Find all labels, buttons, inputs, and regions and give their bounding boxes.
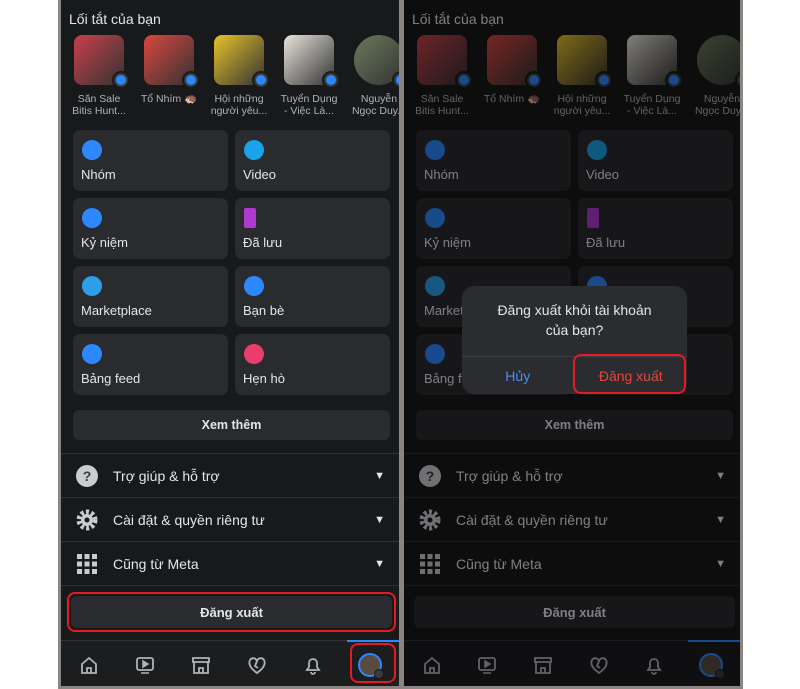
dialog-title: Đăng xuất khỏi tài khoản của bạn? — [497, 302, 652, 338]
gear-icon — [76, 509, 98, 530]
section-grid[interactable]: Cũng từ Meta ▼ — [61, 541, 399, 585]
shortcut-item[interactable]: Nguyễn Ngọc Duy... — [346, 35, 401, 117]
memories-icon — [82, 208, 102, 228]
menu-card-groups[interactable]: Nhóm — [73, 130, 228, 191]
marketplace-icon — [82, 276, 102, 296]
group-badge-icon — [252, 71, 270, 89]
phone-menu-screen: Lối tắt của bạn Săn Sale Bitis Hunt... T… — [58, 0, 402, 689]
chevron-down-icon: ▼ — [374, 557, 385, 570]
watch-icon[interactable] — [134, 654, 156, 676]
video-icon — [244, 140, 264, 160]
menu-card-video[interactable]: Video — [235, 130, 390, 191]
shortcut-item[interactable]: Tổ Nhím 🦔 — [136, 35, 202, 105]
shortcut-item[interactable]: Săn Sale Bitis Hunt... — [66, 35, 132, 117]
feeds-icon — [82, 344, 102, 364]
highlight-profile-tab — [350, 643, 396, 683]
cancel-button[interactable]: Hủy — [462, 356, 575, 394]
groups-icon — [82, 140, 102, 160]
highlight-confirm — [573, 354, 686, 394]
shortcut-label: Nguyễn Ngọc Duy... — [351, 93, 401, 117]
menu-card-label: Bạn bè — [243, 303, 285, 318]
section-label: Trợ giúp & hỗ trợ — [113, 467, 220, 484]
shortcut-thumbnail — [144, 35, 200, 89]
section-label: Cũng từ Meta — [113, 555, 199, 572]
menu-card-label: Hẹn hò — [243, 371, 285, 386]
bookmark-icon — [244, 208, 256, 228]
shortcut-thumbnail — [74, 35, 130, 89]
shortcuts-title: Lối tắt của bạn — [69, 11, 161, 27]
shortcut-thumbnail — [214, 35, 270, 89]
menu-card-label: Nhóm — [81, 167, 116, 182]
section-gear[interactable]: Cài đặt & quyền riêng tư ▼ — [61, 497, 399, 541]
friends-icon — [244, 276, 264, 296]
section-help[interactable]: ? Trợ giúp & hỗ trợ ▼ — [61, 453, 399, 497]
shortcut-item[interactable]: Tuyển Dụng - Việc Là... — [276, 35, 342, 117]
shortcut-thumbnail — [284, 35, 340, 89]
bottom-nav — [61, 640, 399, 686]
marketplace-icon[interactable] — [190, 654, 212, 676]
section-label: Cài đặt & quyền riêng tư — [113, 511, 265, 528]
bell-icon[interactable] — [302, 654, 324, 676]
group-badge-icon — [182, 71, 200, 89]
menu-card-feeds[interactable]: Bảng feed — [73, 334, 228, 395]
highlight-logout — [67, 592, 396, 632]
phone-logout-dialog-screen: Lối tắt của bạn Săn Sale Bitis Hunt... T… — [401, 0, 743, 689]
menu-card-bookmark[interactable]: Đã lưu — [235, 198, 390, 259]
shortcut-item[interactable]: Hội những người yêu... — [206, 35, 272, 117]
divider — [61, 585, 399, 586]
menu-card-label: Marketplace — [81, 303, 152, 318]
svg-text:?: ? — [83, 468, 92, 484]
menu-card-marketplace[interactable]: Marketplace — [73, 266, 228, 327]
dating-icon[interactable] — [246, 654, 268, 676]
chevron-down-icon: ▼ — [374, 469, 385, 482]
shortcut-label: Tuyển Dụng - Việc Là... — [280, 93, 338, 117]
shortcut-thumbnail — [354, 35, 399, 89]
shortcut-label: Tổ Nhím 🦔 — [140, 93, 198, 105]
menu-card-label: Bảng feed — [81, 371, 141, 386]
menu-card-memories[interactable]: Kỷ niệm — [73, 198, 228, 259]
menu-card-label: Kỷ niệm — [81, 235, 128, 250]
dating-heart-icon — [244, 344, 264, 364]
active-tab-indicator — [347, 640, 399, 642]
help-icon: ? — [76, 464, 98, 487]
shortcut-label: Săn Sale Bitis Hunt... — [72, 93, 126, 117]
menu-card-label: Video — [243, 167, 277, 182]
chevron-down-icon: ▼ — [374, 513, 385, 526]
group-badge-icon — [112, 71, 130, 89]
menu-card-friends[interactable]: Bạn bè — [235, 266, 390, 327]
menu-card-label: Đã lưu — [243, 235, 283, 250]
shortcut-label: Hội những người yêu... — [210, 93, 268, 117]
group-badge-icon — [322, 71, 340, 89]
see-more-button[interactable]: Xem thêm — [73, 410, 390, 440]
menu-card-dating-heart[interactable]: Hẹn hò — [235, 334, 390, 395]
grid-icon — [77, 553, 97, 574]
home-icon[interactable] — [78, 654, 100, 676]
